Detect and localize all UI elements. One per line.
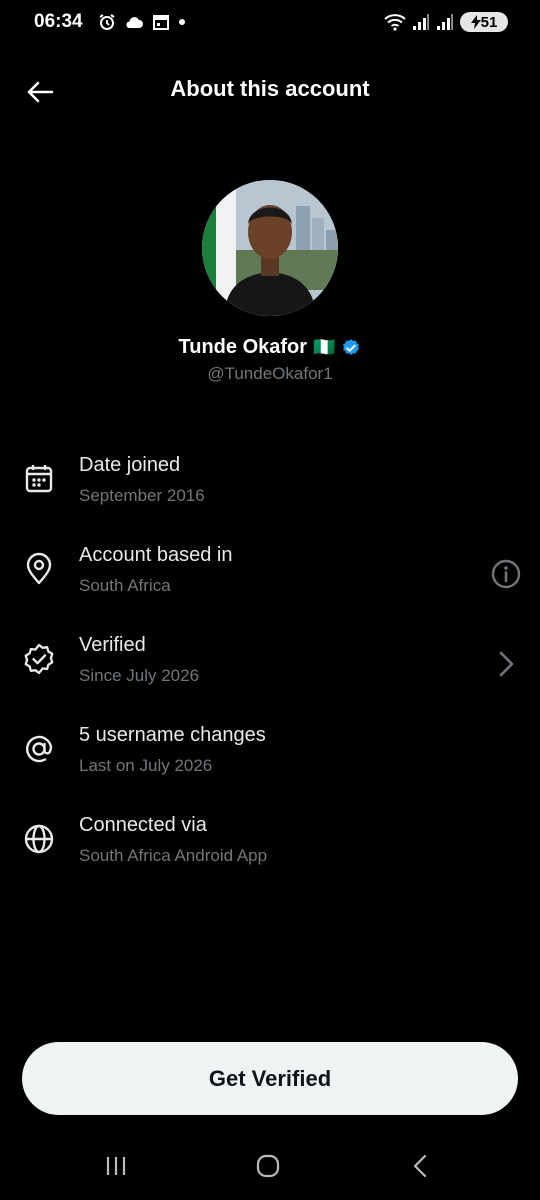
get-verified-button[interactable]: Get Verified (22, 1042, 518, 1115)
profile-handle: @TundeOkafor1 (207, 364, 333, 383)
flag-emoji: 🇳🇬 (313, 337, 336, 357)
info-icon[interactable] (490, 558, 522, 590)
info-subtitle: September 2016 (79, 486, 205, 505)
info-title: Date joined (79, 454, 181, 476)
at-sign-icon (26, 735, 53, 763)
status-time: 06:34 (34, 11, 83, 32)
info-row-verified[interactable]: Verified Since July 2026 (0, 620, 540, 710)
info-subtitle: Since July 2026 (79, 666, 200, 685)
status-left-icons (98, 13, 186, 31)
chevron-right-icon (499, 651, 514, 677)
verified-badge-icon (24, 643, 54, 675)
profile-photo (202, 180, 338, 316)
location-pin-icon (26, 552, 52, 585)
info-title: 5 username changes (79, 724, 266, 746)
info-subtitle: Last on July 2026 (79, 756, 213, 775)
info-list: Date joined September 2016 Account based… (0, 440, 540, 890)
status-bar: 06:34 51 (0, 0, 540, 46)
wifi-icon (384, 14, 406, 31)
charging-icon (470, 15, 481, 29)
globe-icon (24, 824, 54, 854)
avatar[interactable] (202, 180, 338, 316)
battery-indicator: 51 (460, 12, 508, 32)
notification-dot-icon (179, 19, 185, 25)
info-title: Connected via (79, 814, 207, 836)
profile-name-row: Tunde Okafor 🇳🇬 (0, 336, 540, 359)
info-subtitle: South Africa Android App (79, 846, 268, 865)
info-row-date-joined: Date joined September 2016 (0, 440, 540, 530)
back-chevron-icon (413, 1154, 427, 1178)
signal-icon-2 (437, 14, 453, 30)
info-row-username-changes: 5 username changes Last on July 2026 (0, 710, 540, 800)
verified-check-icon (343, 338, 360, 355)
calendar-icon (25, 465, 53, 493)
profile-name: Tunde Okafor (178, 336, 308, 358)
home-button[interactable] (248, 1148, 288, 1184)
info-title: Account based in (79, 544, 233, 566)
signal-icon (413, 14, 429, 30)
info-subtitle: South Africa (79, 576, 171, 595)
calendar-status-icon (153, 15, 169, 30)
page-title: About this account (170, 76, 370, 101)
battery-level: 51 (480, 13, 498, 31)
header: About this account (0, 62, 540, 118)
alarm-icon (99, 14, 115, 30)
home-icon (256, 1154, 280, 1178)
status-right-icons: 51 (384, 12, 508, 32)
info-row-connected-via: Connected via South Africa Android App (0, 800, 540, 890)
system-back-button[interactable] (400, 1148, 440, 1184)
recent-apps-icon (106, 1157, 126, 1175)
info-title: Verified (79, 634, 146, 656)
recent-apps-button[interactable] (96, 1148, 136, 1184)
cloud-icon (126, 17, 143, 28)
system-nav-bar (0, 1130, 540, 1200)
info-row-account-based-in: Account based in South Africa (0, 530, 540, 620)
